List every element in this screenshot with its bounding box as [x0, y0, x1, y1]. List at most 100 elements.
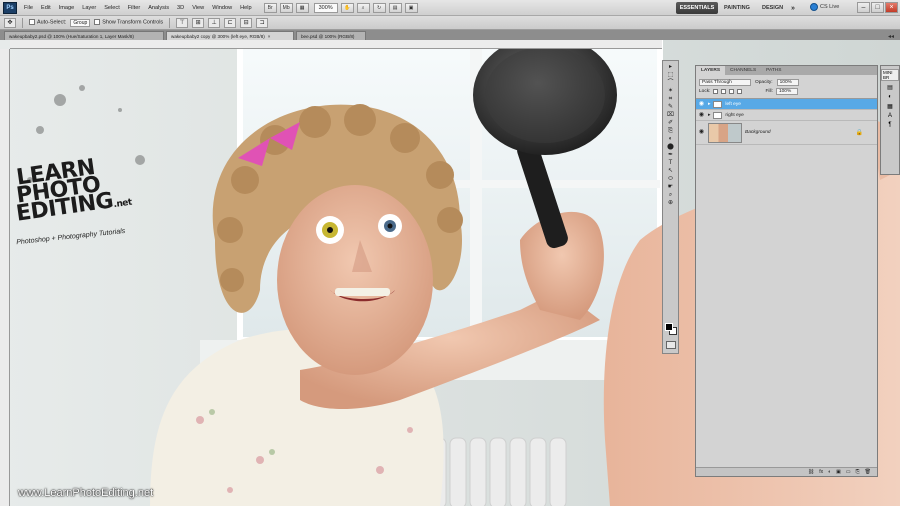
lock-position-icon[interactable] — [729, 89, 735, 94]
menu-select[interactable]: Select — [100, 5, 124, 11]
menu-filter[interactable]: Filter — [124, 5, 144, 11]
close-tab-icon[interactable]: × — [268, 34, 271, 39]
collapse-panels-icon[interactable]: ◂◂ — [888, 33, 894, 40]
foreground-color-swatch[interactable] — [665, 323, 673, 331]
launch-bridge-button[interactable]: Br — [263, 2, 277, 13]
workspace-painting[interactable]: PAINTING — [724, 2, 750, 14]
close-button[interactable]: × — [885, 2, 898, 13]
3d-tool-icon[interactable]: ⊕ — [665, 200, 677, 207]
cs-live-button[interactable]: CS Live — [810, 3, 839, 11]
menu-window[interactable]: Window — [208, 5, 236, 11]
transform-controls-group[interactable]: Show Transform Controls — [94, 19, 163, 26]
new-group-icon[interactable]: ▭ — [846, 469, 851, 475]
arrange-documents-button[interactable]: ▤ — [388, 2, 402, 13]
add-mask-icon[interactable]: ◐ — [828, 469, 831, 475]
menu-file[interactable]: File — [20, 5, 37, 11]
workspace-essentials[interactable]: ESSENTIALS — [676, 2, 718, 14]
auto-select-checkbox[interactable] — [29, 19, 35, 26]
mini-bridge-tab[interactable]: MINI BR — [881, 69, 899, 81]
clone-stamp-tool-icon[interactable]: ⎘ — [665, 128, 677, 135]
marquee-tool-icon[interactable]: ⬚ — [665, 72, 677, 79]
tab-layers[interactable]: LAYERS — [696, 66, 726, 75]
menu-view[interactable]: View — [188, 5, 208, 11]
new-layer-icon[interactable]: ⎘ — [856, 469, 860, 475]
menu-3d[interactable]: 3D — [173, 5, 188, 11]
lock-transparent-pixels-icon[interactable] — [713, 89, 719, 94]
launch-minibridge-button[interactable]: Mb — [279, 2, 293, 13]
hand-tool-icon[interactable]: ☛ — [665, 184, 677, 191]
path-selection-tool-icon[interactable]: ↖ — [665, 168, 677, 175]
paragraph-panel-icon[interactable]: ¶ — [888, 122, 891, 128]
layer-row-left-eye[interactable]: ◉ ▸ left eye — [696, 99, 877, 110]
link-layers-icon[interactable]: ⛓ — [808, 469, 814, 475]
visibility-eye-icon[interactable]: ◉ — [698, 101, 705, 108]
workspace-more-button[interactable]: » — [791, 2, 795, 14]
layer-row-background[interactable]: ◉ Background 🔒 — [696, 121, 877, 145]
healing-tool-icon[interactable]: ⌧ — [665, 112, 677, 119]
align-middle-icon[interactable]: ⊞ — [192, 17, 205, 28]
hand-tool-button[interactable]: ✋ — [340, 2, 354, 13]
layer-style-icon[interactable]: fx — [819, 469, 823, 475]
align-center-icon[interactable]: ⊟ — [240, 17, 253, 28]
menu-edit[interactable]: Edit — [37, 5, 55, 11]
vertical-ruler[interactable] — [0, 49, 10, 506]
align-right-icon[interactable]: ⊐ — [256, 17, 269, 28]
screen-mode-button[interactable]: ▣ — [404, 2, 418, 13]
document-tab-active[interactable]: wakeupbaby2 copy @ 300% (left eye, RGB/8… — [166, 31, 294, 40]
quick-mask-button[interactable] — [666, 341, 676, 349]
minimize-button[interactable]: – — [857, 2, 870, 13]
eyedropper-tool-icon[interactable]: ✎ — [665, 104, 677, 111]
shape-tool-icon[interactable]: ⬭ — [665, 176, 677, 183]
adjustments-panel-icon[interactable]: ◐ — [888, 94, 892, 100]
eraser-tool-icon[interactable]: ⬤ — [665, 144, 677, 151]
folder-expand-icon[interactable]: ▸ — [708, 113, 710, 118]
align-top-icon[interactable]: ⊤ — [176, 17, 189, 28]
menu-help[interactable]: Help — [236, 5, 256, 11]
brush-tool-icon[interactable]: ✐ — [665, 120, 677, 127]
lasso-tool-icon[interactable]: ⌒ — [665, 80, 677, 87]
layer-name[interactable]: Background — [745, 130, 771, 135]
move-tool-icon[interactable]: ▸ — [665, 64, 677, 71]
visibility-eye-icon[interactable]: ◉ — [698, 112, 705, 119]
layer-row-right-eye[interactable]: ◉ ▸ right eye — [696, 110, 877, 121]
history-panel-icon[interactable]: ▤ — [887, 84, 893, 91]
blend-mode-dropdown[interactable]: Pass Through — [699, 78, 751, 86]
align-left-icon[interactable]: ⊏ — [224, 17, 237, 28]
align-bottom-icon[interactable]: ⊥ — [208, 17, 221, 28]
horizontal-ruler[interactable] — [10, 40, 662, 49]
type-tool-icon[interactable]: T — [665, 160, 677, 167]
quick-selection-tool-icon[interactable]: ✶ — [665, 88, 677, 95]
menu-image[interactable]: Image — [55, 5, 79, 11]
auto-select-checkbox-group[interactable]: Auto-Select: — [29, 19, 66, 26]
history-brush-tool-icon[interactable]: ◐ — [665, 136, 677, 143]
rotate-view-button[interactable]: ↻ — [372, 2, 386, 13]
adjustment-layer-icon[interactable]: ▣ — [836, 469, 841, 475]
move-tool-icon[interactable]: ✥ — [4, 17, 16, 28]
zoom-tool-button[interactable]: ⌕ — [356, 2, 370, 13]
lock-all-icon[interactable] — [737, 89, 743, 94]
document-tab[interactable]: bee.psd @ 100% (RGB/8) — [296, 31, 366, 40]
visibility-eye-icon[interactable]: ◉ — [698, 129, 705, 136]
menu-layer[interactable]: Layer — [78, 5, 100, 11]
transform-controls-checkbox[interactable] — [94, 19, 101, 26]
layer-name[interactable]: left eye — [725, 102, 740, 107]
pen-tool-icon[interactable]: ✒ — [665, 152, 677, 159]
crop-tool-icon[interactable]: ⌗ — [665, 96, 677, 103]
swatches-panel-icon[interactable]: ▦ — [887, 103, 893, 110]
opacity-field[interactable]: 100% — [776, 78, 799, 86]
view-extras-button[interactable]: ▦ — [295, 2, 309, 13]
lock-image-pixels-icon[interactable] — [721, 89, 727, 94]
fill-field[interactable]: 100% — [775, 88, 798, 95]
zoom-level-field[interactable]: 300% — [313, 2, 338, 13]
auto-select-dropdown[interactable]: Group — [70, 18, 91, 27]
workspace-design[interactable]: DESIGN — [762, 2, 783, 14]
folder-expand-icon[interactable]: ▸ — [708, 102, 710, 107]
tab-channels[interactable]: CHANNELS — [725, 66, 761, 75]
layer-name[interactable]: right eye — [725, 113, 743, 118]
zoom-tool-icon[interactable]: ⌕ — [665, 192, 677, 199]
document-tab[interactable]: wakeupbaby2.psd @ 100% (Hue/Saturation 1… — [4, 31, 164, 40]
menu-analysis[interactable]: Analysis — [144, 5, 173, 11]
tab-paths[interactable]: PATHS — [761, 66, 786, 75]
maximize-button[interactable]: □ — [871, 2, 884, 13]
character-panel-icon[interactable]: A — [888, 113, 892, 119]
